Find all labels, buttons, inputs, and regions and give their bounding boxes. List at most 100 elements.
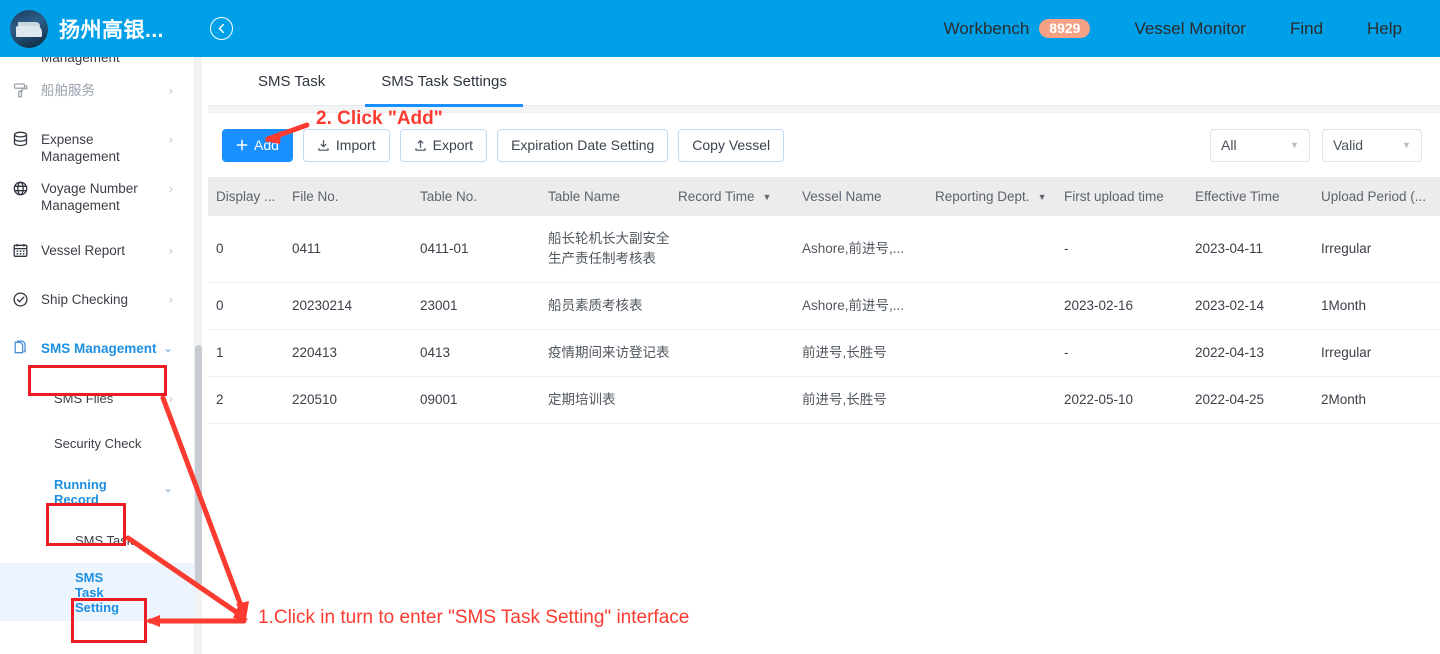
column-header-label: Table No.	[420, 189, 478, 204]
sidebar-item-expense-management[interactable]: Expense Management ›	[0, 118, 194, 167]
import-button[interactable]: Import	[302, 128, 390, 162]
calendar-icon	[11, 241, 30, 260]
cell-table-no: 09001	[420, 376, 548, 424]
column-header-label: Reporting Dept.	[935, 189, 1030, 204]
table-row[interactable]: 1 220413 0413 疫情期间来访登记表 前进号,长胜号 - 2022-0…	[208, 329, 1440, 377]
nav-item-help[interactable]: Help	[1367, 19, 1402, 39]
sidebar-item-ship-checking[interactable]: Ship Checking ›	[0, 278, 194, 327]
export-button-label: Export	[432, 137, 474, 153]
export-button[interactable]: Export	[399, 128, 488, 162]
sidebar-subitem-label: SMS Task	[75, 533, 134, 548]
column-header-upload-period[interactable]: Upload Period (...	[1321, 177, 1440, 216]
chevron-right-icon: ›	[168, 181, 173, 196]
table-row[interactable]: 2 220510 09001 定期培训表 前进号,长胜号 2022-05-10 …	[208, 376, 1440, 424]
paint-roller-icon	[11, 81, 30, 100]
sms-task-settings-table: Display ... File No. Table No. Table Nam…	[208, 177, 1440, 424]
add-button-label: Add	[254, 137, 279, 153]
back-arrow-circle-icon[interactable]	[210, 17, 234, 40]
table-row[interactable]: 0 20230214 23001 船员素质考核表 Ashore,前进号,... …	[208, 282, 1440, 330]
column-header-table-no[interactable]: Table No.	[420, 177, 548, 216]
filter-select-valid-value: Valid	[1333, 137, 1364, 153]
sidebar-item-sms-management[interactable]: SMS Management ⌄	[0, 327, 194, 376]
filter-group: All ▼ Valid ▼	[1198, 128, 1440, 162]
cell-file-no: 220413	[292, 329, 420, 377]
sort-caret-icon[interactable]: ▼	[1038, 192, 1047, 202]
cell-upload-period: Irregular	[1321, 329, 1440, 377]
table-row[interactable]: 0 0411 0411-01 船长轮机长大副安全生产责任制考核表 Ashore,…	[208, 216, 1440, 283]
copy-vessel-button[interactable]: Copy Vessel	[678, 128, 785, 162]
tab-sms-task-settings[interactable]: SMS Task Settings	[365, 57, 523, 107]
vessel-avatar-icon	[10, 9, 48, 48]
sidebar-item-ship-service[interactable]: 船舶服务 ›	[0, 69, 194, 118]
chevron-down-icon: ▼	[1290, 140, 1299, 150]
column-header-record-time[interactable]: Record Time ▼	[678, 177, 802, 216]
column-header-label: Display ...	[216, 189, 276, 204]
table-body: 0 0411 0411-01 船长轮机长大副安全生产责任制考核表 Ashore,…	[208, 216, 1440, 424]
sidebar-subitem-sms-task[interactable]: SMS Task	[0, 518, 194, 563]
cell-record-time	[678, 376, 802, 424]
annotation-step-2-text: 2. Click "Add"	[316, 108, 443, 129]
cell-vessel-name: 前进号,长胜号	[802, 329, 935, 377]
expiration-date-setting-button[interactable]: Expiration Date Setting	[497, 128, 669, 162]
cell-table-no: 0413	[420, 329, 548, 377]
cell-effective-time: 2023-04-11	[1195, 216, 1321, 283]
sidebar-scrollbar-thumb[interactable]	[195, 345, 202, 585]
sidebar-item-label: Ship Checking	[41, 292, 129, 307]
sidebar-subitem-label: SMS Task Setting	[75, 569, 120, 615]
plus-icon	[236, 139, 248, 151]
cell-table-no: 23001	[420, 282, 548, 330]
cell-table-no: 0411-01	[420, 216, 548, 283]
filter-select-all[interactable]: All ▼	[1210, 128, 1310, 162]
filter-select-valid[interactable]: Valid ▼	[1322, 128, 1422, 162]
chevron-right-icon: ›	[168, 391, 173, 406]
sidebar-subitem-sms-task-setting[interactable]: SMS Task Setting	[0, 563, 194, 621]
cell-effective-time: 2022-04-25	[1195, 376, 1321, 424]
sidebar-subitem-security-check[interactable]: Security Check	[0, 421, 194, 466]
sidebar-item-voyage-number-management[interactable]: Voyage Number Management ›	[0, 167, 194, 229]
tab-sms-task[interactable]: SMS Task	[242, 57, 341, 106]
sort-caret-icon[interactable]: ▼	[763, 192, 772, 202]
cell-first-upload-time: -	[1064, 329, 1195, 377]
table-header: Display ... File No. Table No. Table Nam…	[208, 177, 1440, 216]
import-button-label: Import	[335, 137, 376, 153]
column-header-vessel-name[interactable]: Vessel Name	[802, 177, 935, 216]
top-bar: 扬州高银... Workbench 8929 Vessel Monitor Fi…	[0, 0, 1440, 57]
column-header-first-upload-time[interactable]: First upload time	[1064, 177, 1195, 216]
cell-vessel-name: Ashore,前进号,...	[802, 216, 935, 283]
annotation-step-1-text: 1.Click in turn to enter "SMS Task Setti…	[258, 607, 690, 628]
cell-display: 2	[208, 376, 292, 424]
tab-bar: SMS Task SMS Task Settings	[208, 57, 1440, 107]
column-header-label: Effective Time	[1195, 189, 1280, 204]
cell-file-no: 20230214	[292, 282, 420, 330]
cell-upload-period: 2Month	[1321, 376, 1440, 424]
column-header-table-name[interactable]: Table Name	[548, 177, 678, 216]
column-header-label: Table Name	[548, 189, 621, 204]
cell-effective-time: 2023-02-14	[1195, 282, 1321, 330]
brand-title: 扬州高银...	[59, 18, 165, 42]
cell-reporting-dept	[935, 216, 1064, 283]
column-header-effective-time[interactable]: Effective Time	[1195, 177, 1321, 216]
column-header-label: First upload time	[1064, 189, 1164, 204]
cell-reporting-dept	[935, 282, 1064, 330]
cell-display: 0	[208, 282, 292, 330]
cell-first-upload-time: 2022-05-10	[1064, 376, 1195, 424]
sidebar-scrollbar-track[interactable]	[195, 57, 202, 654]
check-circle-icon	[11, 290, 30, 309]
nav-label-workbench: Workbench	[943, 18, 1030, 38]
chevron-right-icon: ›	[168, 132, 173, 147]
sidebar-subitem-sms-files[interactable]: SMS Files ›	[0, 376, 194, 421]
nav-item-vessel-monitor[interactable]: Vessel Monitor	[1134, 19, 1246, 39]
chevron-down-icon: ⌄	[162, 481, 173, 495]
sidebar-subitem-running-record[interactable]: Running Record ⌄	[0, 466, 194, 518]
column-header-display[interactable]: Display ...	[208, 177, 292, 216]
column-header-file-no[interactable]: File No.	[292, 177, 420, 216]
nav-item-workbench[interactable]: Workbench 8929	[944, 19, 1091, 39]
cell-upload-period: 1Month	[1321, 282, 1440, 330]
app-window: 扬州高银... Workbench 8929 Vessel Monitor Fi…	[0, 0, 1440, 654]
add-button[interactable]: Add	[222, 128, 293, 162]
column-header-reporting-dept[interactable]: Reporting Dept. ▼	[935, 177, 1064, 216]
upload-icon	[414, 139, 427, 152]
sidebar-item-vessel-report[interactable]: Vessel Report ›	[0, 229, 194, 278]
chevron-right-icon: ›	[168, 243, 173, 258]
nav-item-find[interactable]: Find	[1290, 19, 1323, 39]
